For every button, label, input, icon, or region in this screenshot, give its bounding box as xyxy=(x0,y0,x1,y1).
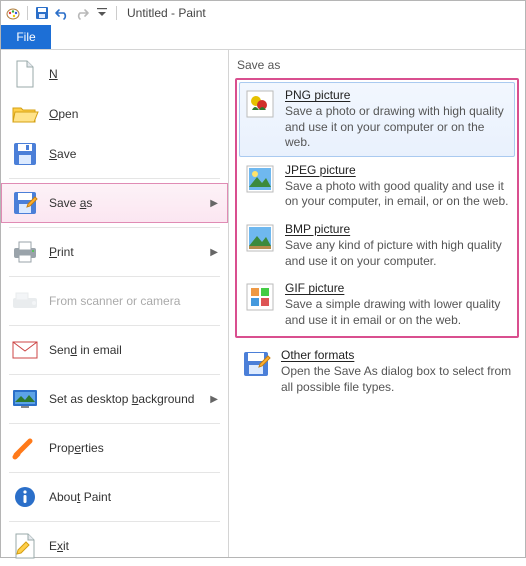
saveas-bmp-desc: Save any kind of picture with high quali… xyxy=(285,238,511,269)
menu-exit[interactable]: Exit xyxy=(1,526,228,566)
saveas-other[interactable]: Other formats Open the Save As dialog bo… xyxy=(235,342,519,401)
open-folder-icon xyxy=(11,100,39,128)
submenu-arrow-icon: ▶ xyxy=(210,198,218,209)
saveas-bmp-title: BMP picture xyxy=(285,222,511,236)
menu-print[interactable]: Print ▶ xyxy=(1,232,228,272)
saveas-png-title: PNG picture xyxy=(285,88,511,102)
properties-icon xyxy=(11,434,39,462)
exit-icon xyxy=(11,532,39,560)
titlebar: Untitled - Paint xyxy=(1,1,525,25)
menu-save-label: Save xyxy=(49,147,218,161)
menu-desktop-bg-label: Set as desktop background xyxy=(49,392,200,406)
window-title: Untitled - Paint xyxy=(127,6,206,20)
saveas-other-title: Other formats xyxy=(281,348,515,362)
separator xyxy=(116,6,117,20)
saveas-png-desc: Save a photo or drawing with high qualit… xyxy=(285,104,511,151)
bmp-icon xyxy=(243,222,277,256)
saveas-jpeg-desc: Save a photo with good quality and use i… xyxy=(285,179,511,210)
menu-scanner-label: From scanner or camera xyxy=(49,294,218,308)
file-menu-left: N Open Save Save as ▶ xyxy=(1,50,229,557)
separator xyxy=(9,423,220,424)
menu-email[interactable]: Send in email xyxy=(1,330,228,370)
separator xyxy=(9,521,220,522)
file-menu-pane: N Open Save Save as ▶ xyxy=(1,49,525,557)
qat-redo-icon[interactable] xyxy=(74,5,90,21)
about-icon xyxy=(11,483,39,511)
save-icon xyxy=(11,140,39,168)
menu-open-label: Open xyxy=(49,107,218,121)
menu-print-label: Print xyxy=(49,245,200,259)
menu-exit-label: Exit xyxy=(49,539,218,553)
menu-new[interactable]: N xyxy=(1,54,228,94)
submenu-arrow-icon: ▶ xyxy=(210,247,218,258)
menu-new-label: N xyxy=(49,67,218,81)
menu-save-as-label: Save as xyxy=(49,196,200,210)
separator xyxy=(9,227,220,228)
qat-customize-icon[interactable] xyxy=(94,5,110,21)
separator xyxy=(9,276,220,277)
saveas-gif-title: GIF picture xyxy=(285,281,511,295)
jpeg-icon xyxy=(243,163,277,197)
saveas-png[interactable]: PNG picture Save a photo or drawing with… xyxy=(239,82,515,157)
qat-undo-icon[interactable] xyxy=(54,5,70,21)
scanner-icon xyxy=(11,287,39,315)
menu-open[interactable]: Open xyxy=(1,94,228,134)
menu-desktop-bg[interactable]: Set as desktop background ▶ xyxy=(1,379,228,419)
file-menu-right: Save as PNG picture Save a photo or draw… xyxy=(229,50,525,557)
gif-icon xyxy=(243,281,277,315)
desktop-bg-icon xyxy=(11,385,39,413)
saveas-jpeg-title: JPEG picture xyxy=(285,163,511,177)
saveas-gif-desc: Save a simple drawing with lower quality… xyxy=(285,297,511,328)
file-tab-label: File xyxy=(16,30,35,44)
menu-scanner: From scanner or camera xyxy=(1,281,228,321)
email-icon xyxy=(11,336,39,364)
saveas-bmp[interactable]: BMP picture Save any kind of picture wit… xyxy=(239,216,515,275)
separator xyxy=(9,374,220,375)
saveas-other-desc: Open the Save As dialog box to select fr… xyxy=(281,364,515,395)
menu-email-label: Send in email xyxy=(49,343,218,357)
menu-save[interactable]: Save xyxy=(1,134,228,174)
file-tab[interactable]: File xyxy=(1,25,51,49)
png-icon xyxy=(243,88,277,122)
saveas-jpeg[interactable]: JPEG picture Save a photo with good qual… xyxy=(239,157,515,216)
new-file-icon xyxy=(11,60,39,88)
separator xyxy=(9,178,220,179)
menu-properties[interactable]: Properties xyxy=(1,428,228,468)
menu-about-label: About Paint xyxy=(49,490,218,504)
menu-properties-label: Properties xyxy=(49,441,218,455)
menu-save-as[interactable]: Save as ▶ xyxy=(1,183,228,223)
other-formats-icon xyxy=(239,348,273,382)
paint-app-icon xyxy=(5,5,21,21)
saveas-gif[interactable]: GIF picture Save a simple drawing with l… xyxy=(239,275,515,334)
save-as-icon xyxy=(11,189,39,217)
separator xyxy=(9,325,220,326)
right-header: Save as xyxy=(235,54,519,78)
separator xyxy=(9,472,220,473)
qat-save-icon[interactable] xyxy=(34,5,50,21)
submenu-arrow-icon: ▶ xyxy=(210,394,218,405)
saveas-highlight-group: PNG picture Save a photo or drawing with… xyxy=(235,78,519,338)
menu-about[interactable]: About Paint xyxy=(1,477,228,517)
separator xyxy=(27,6,28,20)
print-icon xyxy=(11,238,39,266)
